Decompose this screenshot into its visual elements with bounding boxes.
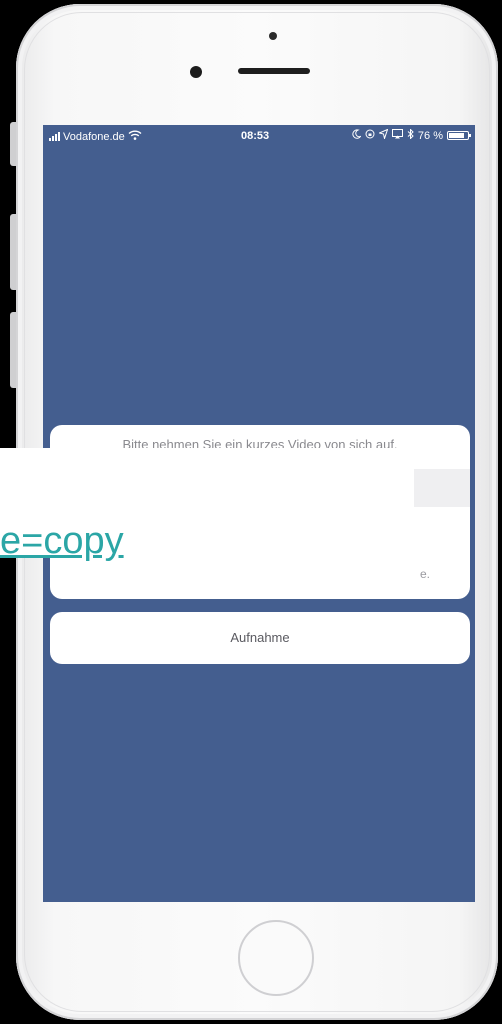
battery-percentage: 76 %: [417, 129, 443, 142]
location-icon: [377, 128, 389, 142]
home-button[interactable]: [238, 920, 314, 996]
stage: Vodafone.de 08:53 76 % Bitte nehmen Sie …: [0, 0, 502, 1024]
airplay-icon: [391, 129, 403, 142]
battery-level-fill: [449, 133, 465, 138]
proximity-sensor: [269, 32, 277, 40]
link-overlay: e=copy: [0, 448, 414, 562]
volume-up-button[interactable]: [10, 214, 16, 290]
battery-icon: [447, 131, 471, 140]
mute-switch[interactable]: [10, 122, 16, 166]
clock: 08:53: [241, 130, 270, 142]
bluetooth-icon: [407, 128, 414, 142]
status-bar-left: Vodafone.de: [49, 130, 142, 143]
moon-icon: [352, 129, 362, 142]
wifi-icon: [128, 130, 142, 143]
signal-icon: [49, 132, 60, 141]
volume-down-button[interactable]: [10, 312, 16, 388]
record-button[interactable]: Aufnahme: [50, 612, 470, 664]
status-bar: Vodafone.de 08:53 76 %: [43, 125, 475, 149]
earpiece-speaker: [238, 68, 310, 74]
front-camera-icon: [190, 66, 202, 78]
status-bar-right: 76 %: [352, 128, 471, 142]
carrier-label: Vodafone.de: [63, 130, 125, 143]
copy-link[interactable]: e=copy: [0, 520, 124, 563]
lock-rotation-icon: [365, 129, 375, 142]
action-sheet-footnote: e.: [419, 567, 430, 581]
